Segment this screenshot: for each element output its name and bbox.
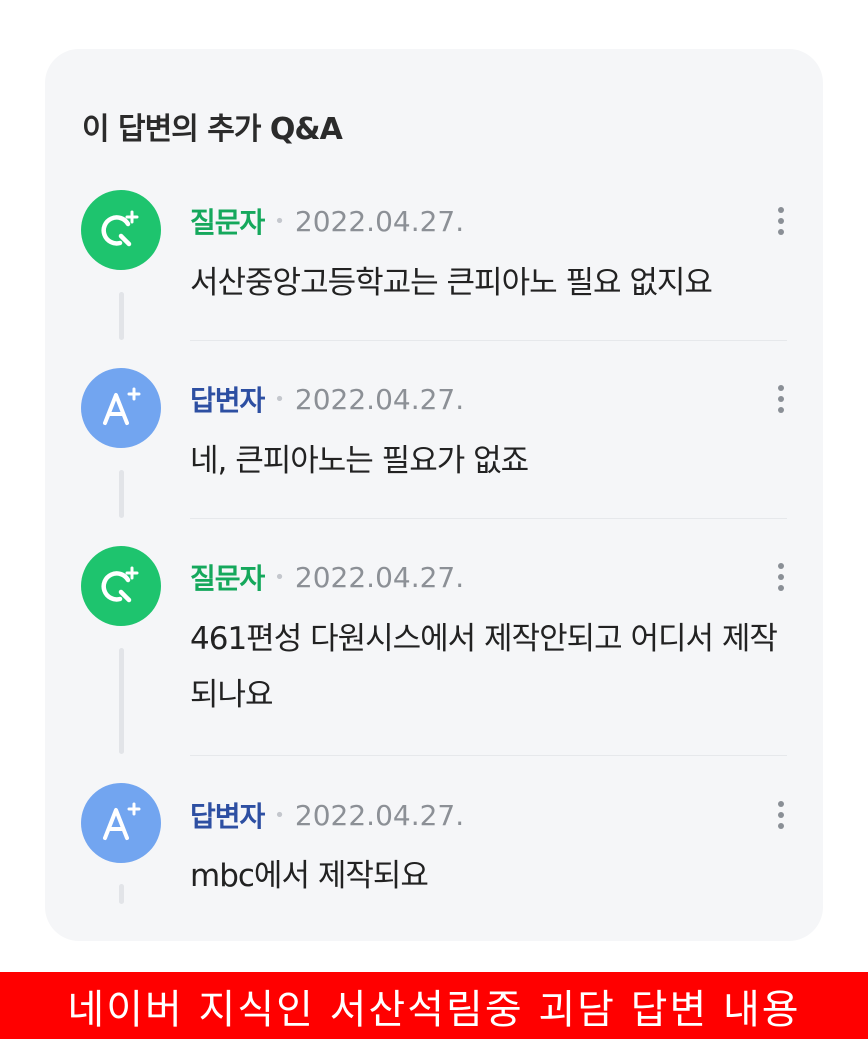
item-meta: 답변자 • 2022.04.27. <box>190 379 464 419</box>
post-date: 2022.04.27. <box>294 560 465 594</box>
more-options-icon[interactable] <box>768 379 794 419</box>
author-role[interactable]: 답변자 <box>190 795 265 835</box>
answerer-avatar[interactable] <box>81 783 161 863</box>
author-role[interactable]: 질문자 <box>190 557 265 597</box>
answer-text: mbc에서 제작되요 <box>190 858 429 894</box>
author-role[interactable]: 질문자 <box>190 201 265 241</box>
card-title: 이 답변의 추가 Q&A <box>82 112 343 147</box>
more-options-icon[interactable] <box>768 795 794 835</box>
divider <box>190 755 787 756</box>
item-meta: 답변자 • 2022.04.27. <box>190 795 464 835</box>
questioner-avatar[interactable] <box>81 546 161 626</box>
thread-line <box>119 470 124 518</box>
item-meta: 질문자 • 2022.04.27. <box>190 201 464 241</box>
caption-banner: 네이버 지식인 서산석림중 괴담 답변 내용 <box>0 972 868 1039</box>
thread-line <box>119 648 124 754</box>
meta-separator: • <box>274 804 285 826</box>
item-meta: 질문자 • 2022.04.27. <box>190 557 464 597</box>
question-text: 서산중앙고등학교는 큰피아노 필요 없지요 <box>190 265 713 301</box>
more-options-icon[interactable] <box>768 557 794 597</box>
question-text: 461편성 다원시스에서 제작안되고 어디서 제작되나요 <box>190 621 778 713</box>
post-date: 2022.04.27. <box>294 382 465 416</box>
post-date: 2022.04.27. <box>294 204 465 238</box>
meta-separator: • <box>274 566 285 588</box>
answerer-avatar[interactable] <box>81 368 161 448</box>
divider <box>190 340 787 341</box>
question-plus-icon <box>101 210 139 247</box>
post-date: 2022.04.27. <box>294 798 465 832</box>
divider <box>190 518 787 519</box>
answer-plus-icon <box>103 802 141 840</box>
answer-text: 네, 큰피아노는 필요가 없죠 <box>190 443 529 479</box>
meta-separator: • <box>274 388 285 410</box>
author-role[interactable]: 답변자 <box>190 379 265 419</box>
meta-separator: • <box>274 210 285 232</box>
more-options-icon[interactable] <box>768 201 794 241</box>
questioner-avatar[interactable] <box>81 190 161 270</box>
thread-line <box>119 292 124 340</box>
answer-plus-icon <box>103 387 141 425</box>
question-plus-icon <box>101 566 139 603</box>
thread-line <box>119 884 124 904</box>
